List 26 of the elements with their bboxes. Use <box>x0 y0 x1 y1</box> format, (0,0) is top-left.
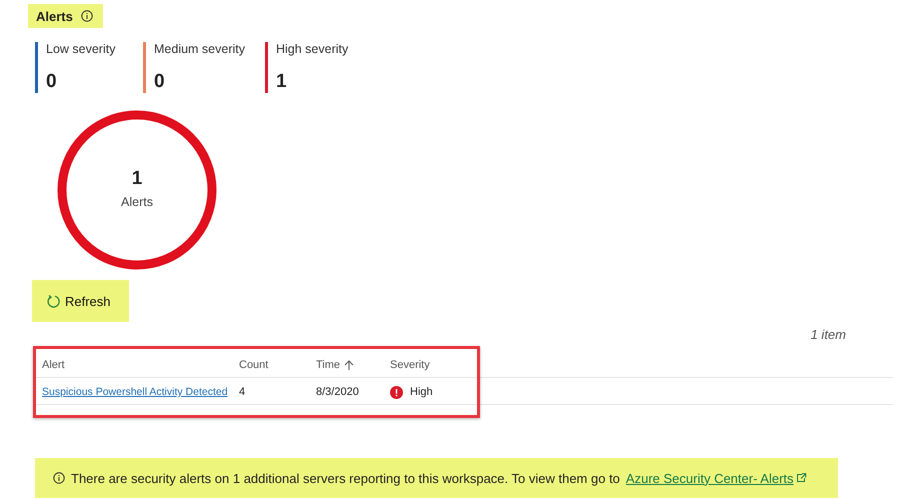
item-count: 1 item <box>810 327 846 342</box>
severity-count: 0 <box>46 71 58 93</box>
banner-text: There are security alerts on 1 additional servers reporting to this workspace. To view them go to <box>71 470 620 486</box>
column-header[interactable]: Alert <box>42 359 65 371</box>
donut-value: 1 <box>130 168 144 190</box>
sort-arrow-icon <box>344 360 354 370</box>
column-header[interactable]: Severity <box>390 359 430 371</box>
severity-label: Medium severity <box>154 42 246 56</box>
security-center-link[interactable]: Azure Security Center- Alerts <box>626 470 807 486</box>
info-icon <box>53 472 65 484</box>
table-cell: 8/3/2020 <box>316 386 359 398</box>
info-icon <box>80 10 93 22</box>
alert-link[interactable]: Suspicious Powershell Activity Detected <box>42 386 228 398</box>
refresh-button[interactable]: Refresh <box>32 280 129 322</box>
donut-label: Alerts <box>120 195 154 209</box>
severity-label: Low severity <box>46 42 116 56</box>
severity-count: 1 <box>276 71 288 93</box>
column-header[interactable]: Count <box>239 359 268 371</box>
severity-count: 0 <box>154 71 166 93</box>
panel-title: Alerts <box>36 8 73 24</box>
column-header[interactable]: Time <box>316 359 354 371</box>
severity-label: High severity <box>276 42 348 56</box>
external-link-icon <box>796 473 807 483</box>
table-cell: High <box>410 386 433 398</box>
refresh-icon <box>46 294 61 308</box>
table-cell: 4 <box>239 386 246 398</box>
